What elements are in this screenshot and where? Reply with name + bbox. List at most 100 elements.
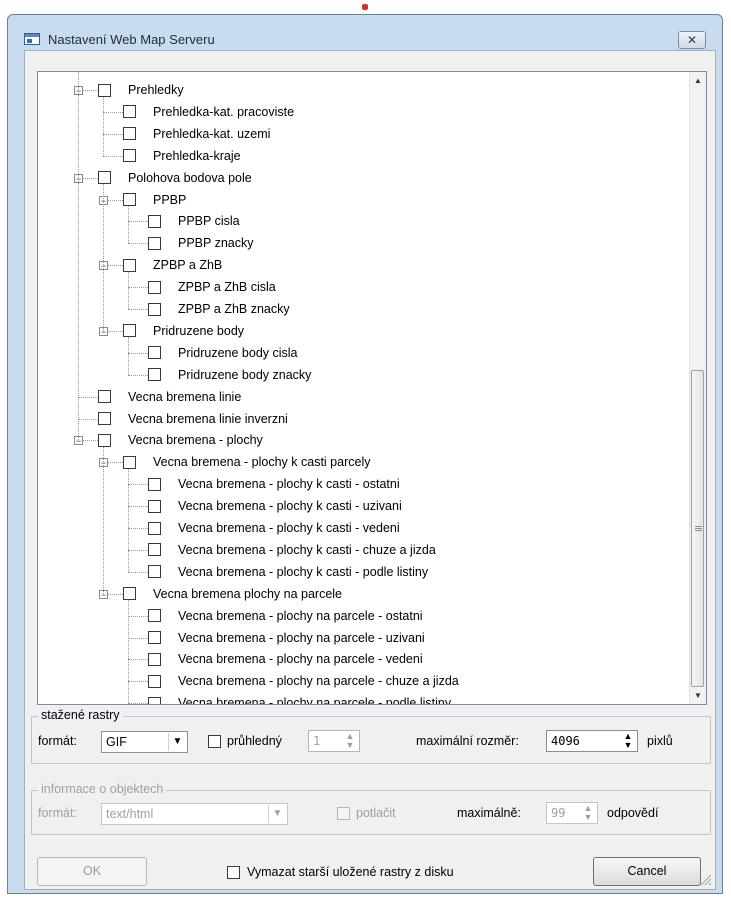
tree-item[interactable]: Polohova bodova pole: [98, 167, 252, 189]
delete-old-rasters-checkbox[interactable]: [227, 866, 240, 879]
tree-item-checkbox[interactable]: [98, 390, 111, 404]
tree-item-checkbox[interactable]: [98, 83, 111, 97]
object-format-label: formát:: [38, 806, 77, 820]
tree-item-checkbox[interactable]: [148, 631, 161, 644]
tree-item[interactable]: PPBP znacky: [148, 232, 254, 254]
tree-item-checkbox[interactable]: [148, 236, 161, 250]
tree-item-label: Vecna bremena - plochy k casti - ostatni: [178, 477, 400, 492]
raster-format-value: GIF: [106, 735, 127, 749]
tree-item[interactable]: ZPBP a ZhB cisla: [148, 276, 276, 298]
tree-item[interactable]: Vecna bremena - plochy k casti - ostatni: [148, 473, 400, 495]
tree-item-checkbox[interactable]: [123, 455, 136, 469]
app-window-icon: [24, 33, 40, 45]
tree-item-label: Vecna bremena - plochy k casti - chuze a…: [178, 542, 436, 557]
chevron-down-icon[interactable]: ▼: [168, 733, 186, 751]
tree-item[interactable]: Vecna bremena - plochy k casti - chuze a…: [148, 539, 436, 561]
cancel-button[interactable]: Cancel: [593, 857, 701, 886]
tree-item-checkbox[interactable]: [148, 477, 161, 491]
tree-item[interactable]: Vecna bremena linie inverzni: [98, 408, 288, 430]
tree-item-checkbox[interactable]: [148, 368, 161, 382]
responses-unit-label: odpovědí: [607, 806, 659, 820]
delete-old-rasters-label: Vymazat starší uložené rastry z disku: [247, 865, 454, 879]
pixels-unit-label: pixlů: [647, 734, 673, 748]
tree-item-checkbox[interactable]: [148, 521, 161, 535]
tree-item-checkbox[interactable]: [123, 127, 136, 141]
scroll-down-icon[interactable]: ▼: [690, 687, 706, 704]
tree-item-checkbox[interactable]: [98, 412, 111, 425]
tree-item-checkbox[interactable]: [148, 302, 161, 316]
tree-item[interactable]: Vecna bremena - plochy na parcele - vede…: [148, 648, 423, 670]
tree-item-checkbox[interactable]: [148, 609, 161, 623]
tree-item-checkbox[interactable]: [123, 149, 136, 163]
dialog-client-area: − − − − − − − − Prehledky Prehledka-kat. pracovi…: [24, 50, 716, 890]
transparent-checkbox[interactable]: [208, 735, 221, 748]
scroll-thumb[interactable]: [691, 370, 704, 687]
tree-item[interactable]: Prehledky: [98, 79, 184, 101]
tree-item[interactable]: Vecna bremena - plochy: [98, 429, 263, 451]
tree-scrollbar[interactable]: ▲ ▼: [689, 72, 706, 704]
tree-item-label: PPBP cisla: [178, 214, 240, 229]
max-size-value: 4096: [551, 734, 580, 748]
tree-item-checkbox[interactable]: [123, 193, 136, 206]
tree-item-label: ZPBP a ZhB cisla: [178, 280, 276, 295]
tree-item[interactable]: Vecna bremena - plochy k casti - vedeni: [148, 517, 400, 539]
tree-connector: [103, 446, 104, 594]
tree-item-checkbox[interactable]: [123, 324, 136, 338]
title-bar: Nastavení Web Map Serveru ✕: [8, 15, 722, 49]
tree-item[interactable]: Vecna bremena - plochy na parcele - uziv…: [148, 627, 425, 649]
max-size-spinner[interactable]: 4096 ▲ ▼: [546, 730, 638, 752]
tree-item[interactable]: Prehledka-kat. uzemi: [123, 123, 270, 145]
tree-connector: [128, 221, 148, 223]
tree-item[interactable]: Vecna bremena linie: [98, 386, 241, 408]
scroll-up-icon[interactable]: ▲: [690, 72, 706, 89]
tree-item[interactable]: Prehledka-kraje: [123, 145, 241, 167]
tree-item-checkbox[interactable]: [148, 499, 161, 513]
tree-connector: [128, 681, 148, 683]
tree-item-label: Vecna bremena - plochy na parcele - osta…: [178, 608, 423, 623]
tree-item-checkbox[interactable]: [98, 171, 111, 185]
tree-item-checkbox[interactable]: [148, 565, 161, 579]
tree-item-checkbox[interactable]: [123, 105, 136, 119]
tree-item[interactable]: Pridruzene body: [123, 320, 244, 342]
tree-item-checkbox[interactable]: [148, 543, 161, 557]
tree-item[interactable]: ZPBP a ZhB znacky: [148, 298, 290, 320]
tree-connector: [128, 506, 148, 508]
tree-item[interactable]: PPBP cisla: [148, 210, 240, 232]
tree-item[interactable]: Vecna bremena - plochy na parcele - podl…: [148, 692, 451, 704]
tree-connector: [128, 271, 129, 309]
tree-item[interactable]: Vecna bremena - plochy k casti - podle l…: [148, 561, 428, 583]
tree-item-checkbox[interactable]: [123, 587, 136, 601]
tree-item[interactable]: Vecna bremena - plochy na parcele - osta…: [148, 605, 423, 627]
resize-grip-icon[interactable]: [699, 873, 711, 885]
layer-tree[interactable]: − − − − − − − − Prehledky Prehledka-kat. pracovi…: [37, 71, 707, 705]
tree-item[interactable]: Vecna bremena - plochy k casti parcely: [123, 451, 370, 473]
ok-button[interactable]: OK: [37, 857, 147, 886]
tree-item-checkbox[interactable]: [148, 696, 161, 704]
tree-item[interactable]: Pridruzene body cisla: [148, 342, 298, 364]
tree-connector: [128, 528, 148, 529]
raster-format-select[interactable]: GIF ▼: [101, 731, 188, 753]
tree-item-label: PPBP znacky: [178, 236, 254, 251]
tree-item[interactable]: Vecna bremena - plochy k casti - uzivani: [148, 495, 402, 517]
tree-connector: [128, 352, 148, 354]
tree-item-label: Pridruzene body znacky: [178, 367, 312, 382]
tree-item[interactable]: Vecna bremena plochy na parcele: [123, 583, 342, 605]
tree-item[interactable]: Pridruzene body znacky: [148, 364, 311, 386]
tree-item-checkbox[interactable]: [148, 346, 161, 360]
tree-item-checkbox[interactable]: [98, 433, 111, 447]
spinner-arrows-icon: ▲ ▼: [583, 803, 593, 822]
spinner-arrows-icon: ▲ ▼: [345, 731, 355, 750]
tree-item-checkbox[interactable]: [148, 214, 161, 228]
tree-item[interactable]: ZPBP a ZhB: [123, 254, 222, 276]
tree-item[interactable]: Vecna bremena - plochy na parcele - chuz…: [148, 670, 459, 692]
tree-item-checkbox[interactable]: [148, 674, 161, 688]
tree-item-checkbox[interactable]: [148, 652, 161, 666]
tree-connector: [128, 243, 148, 245]
tree-item-checkbox[interactable]: [148, 280, 161, 294]
spinner-arrows-icon[interactable]: ▲ ▼: [620, 732, 636, 750]
tree-item-checkbox[interactable]: [123, 258, 136, 272]
tree-item[interactable]: Prehledka-kat. pracoviste: [123, 101, 294, 123]
tree-item[interactable]: PPBP: [123, 189, 186, 211]
close-button[interactable]: ✕: [678, 31, 706, 49]
tree-connector: [128, 549, 148, 551]
